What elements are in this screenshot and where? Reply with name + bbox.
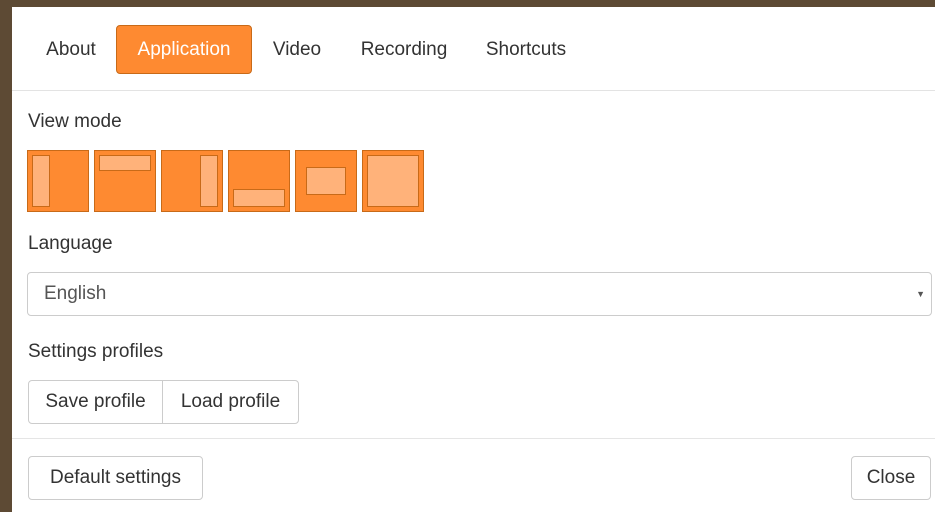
layout-left-panel-icon [32,155,50,207]
view-mode-label: View mode [28,111,122,132]
layout-top-panel-icon [99,155,151,171]
view-mode-right-button[interactable] [161,150,223,212]
close-button[interactable]: Close [851,456,931,500]
language-selected-value: English [44,283,107,304]
view-mode-center-button[interactable] [295,150,357,212]
tab-bar: About Application Video Recording Shortc… [12,7,935,91]
settings-profiles-label: Settings profiles [28,341,164,362]
layout-center-window-icon [306,167,346,195]
language-label: Language [28,233,113,254]
layout-fullscreen-icon [367,155,419,207]
tab-shortcuts[interactable]: Shortcuts [468,25,584,74]
view-mode-left-button[interactable] [27,150,89,212]
language-select[interactable]: English ▼ [27,272,932,316]
settings-dialog: About Application Video Recording Shortc… [12,7,935,512]
save-profile-button[interactable]: Save profile [28,380,163,424]
caret-down-icon: ▼ [916,289,925,299]
load-profile-button[interactable]: Load profile [162,380,299,424]
tab-application[interactable]: Application [116,25,252,74]
view-mode-bottom-button[interactable] [228,150,290,212]
default-settings-button[interactable]: Default settings [28,456,203,500]
layout-right-panel-icon [200,155,218,207]
view-mode-fullscreen-button[interactable] [362,150,424,212]
tab-video[interactable]: Video [254,25,340,74]
view-mode-top-button[interactable] [94,150,156,212]
tab-recording[interactable]: Recording [342,25,466,74]
tab-about[interactable]: About [28,25,114,74]
footer-divider [12,438,935,439]
layout-bottom-panel-icon [233,189,285,207]
